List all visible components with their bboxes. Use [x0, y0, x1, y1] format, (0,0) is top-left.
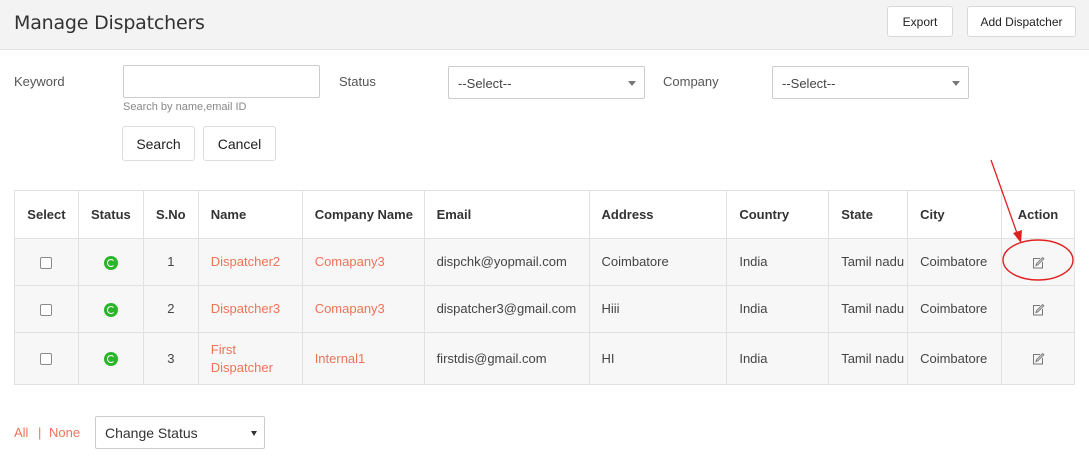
column-header-select: Select	[14, 190, 79, 239]
status-active-icon[interactable]	[103, 302, 118, 317]
table-row: 2 Dispatcher3 Comapany3 dispatcher3@gmai…	[14, 285, 1075, 333]
chevron-down-icon	[251, 431, 257, 436]
status-active-icon[interactable]	[103, 255, 118, 270]
column-header-country[interactable]: Country	[726, 190, 830, 239]
cell-city: Coimbatore	[907, 332, 1003, 385]
cell-state: Tamil nadu	[828, 238, 909, 286]
status-select[interactable]: --Select--	[448, 66, 645, 99]
keyword-label: Keyword	[14, 74, 65, 89]
edit-icon[interactable]	[1031, 256, 1045, 270]
cell-email: dispchk@yopmail.com	[423, 238, 590, 286]
cell-name-link[interactable]: Dispatcher2	[197, 238, 303, 286]
table-row: 3 First Dispatcher Internal1 firstdis@gm…	[14, 332, 1075, 385]
column-header-address[interactable]: Address	[588, 190, 728, 239]
company-select[interactable]: --Select--	[772, 66, 969, 99]
cell-address: HI	[588, 332, 728, 385]
table-row: 1 Dispatcher2 Comapany3 dispchk@yopmail.…	[14, 238, 1075, 286]
cell-name-link[interactable]: Dispatcher3	[197, 285, 303, 333]
cell-city: Coimbatore	[907, 238, 1003, 286]
row-select-checkbox[interactable]	[40, 256, 53, 269]
add-dispatcher-button[interactable]: Add Dispatcher	[967, 6, 1076, 37]
row-select-checkbox[interactable]	[40, 353, 53, 366]
company-label: Company	[663, 74, 719, 89]
column-header-company[interactable]: Company Name	[301, 190, 425, 239]
company-select-value: --Select--	[782, 76, 836, 91]
cell-country: India	[726, 285, 830, 333]
cell-city: Coimbatore	[907, 285, 1003, 333]
cell-sno: 1	[142, 238, 199, 286]
select-all-link[interactable]: All	[14, 425, 28, 440]
cell-email: dispatcher3@gmail.com	[423, 285, 590, 333]
cell-country: India	[726, 332, 830, 385]
cell-address: Hiii	[588, 285, 728, 333]
change-status-select[interactable]: Change Status	[95, 416, 265, 449]
keyword-hint: Search by name,email ID	[123, 101, 247, 113]
row-select-checkbox[interactable]	[40, 303, 53, 316]
keyword-input[interactable]	[123, 65, 320, 98]
status-active-icon[interactable]	[103, 352, 118, 367]
cell-address: Coimbatore	[588, 238, 728, 286]
column-header-email[interactable]: Email	[423, 190, 590, 239]
cancel-button[interactable]: Cancel	[203, 126, 276, 161]
table-header-row: Select Status S.No Name Company Name Ema…	[14, 190, 1075, 239]
cell-name-link[interactable]: First Dispatcher	[197, 332, 303, 385]
page-title: Manage Dispatchers	[14, 12, 205, 34]
column-header-name[interactable]: Name	[197, 190, 303, 239]
page-header: Manage Dispatchers Export Add Dispatcher	[0, 0, 1089, 50]
dispatchers-table: Select Status S.No Name Company Name Ema…	[14, 190, 1075, 385]
status-select-value: --Select--	[458, 76, 512, 91]
cell-sno: 3	[142, 332, 199, 385]
separator: |	[38, 425, 42, 440]
chevron-down-icon	[628, 81, 636, 86]
export-button[interactable]: Export	[887, 6, 953, 37]
cell-sno: 2	[142, 285, 199, 333]
column-header-city[interactable]: City	[907, 190, 1003, 239]
status-label: Status	[339, 74, 376, 89]
edit-icon[interactable]	[1031, 352, 1045, 366]
change-status-value: Change Status	[105, 425, 198, 441]
column-header-action: Action	[1001, 190, 1075, 239]
cell-company-link[interactable]: Internal1	[301, 332, 425, 385]
cell-email: firstdis@gmail.com	[423, 332, 590, 385]
cell-company-link[interactable]: Comapany3	[301, 238, 425, 286]
search-button[interactable]: Search	[122, 126, 195, 161]
cell-company-link[interactable]: Comapany3	[301, 285, 425, 333]
column-header-status: Status	[77, 190, 144, 239]
cell-country: India	[726, 238, 830, 286]
cell-state: Tamil nadu	[828, 332, 909, 385]
column-header-sno: S.No	[142, 190, 199, 239]
edit-icon[interactable]	[1031, 303, 1045, 317]
cell-state: Tamil nadu	[828, 285, 909, 333]
select-none-link[interactable]: None	[49, 425, 80, 440]
column-header-state[interactable]: State	[828, 190, 909, 239]
chevron-down-icon	[952, 81, 960, 86]
